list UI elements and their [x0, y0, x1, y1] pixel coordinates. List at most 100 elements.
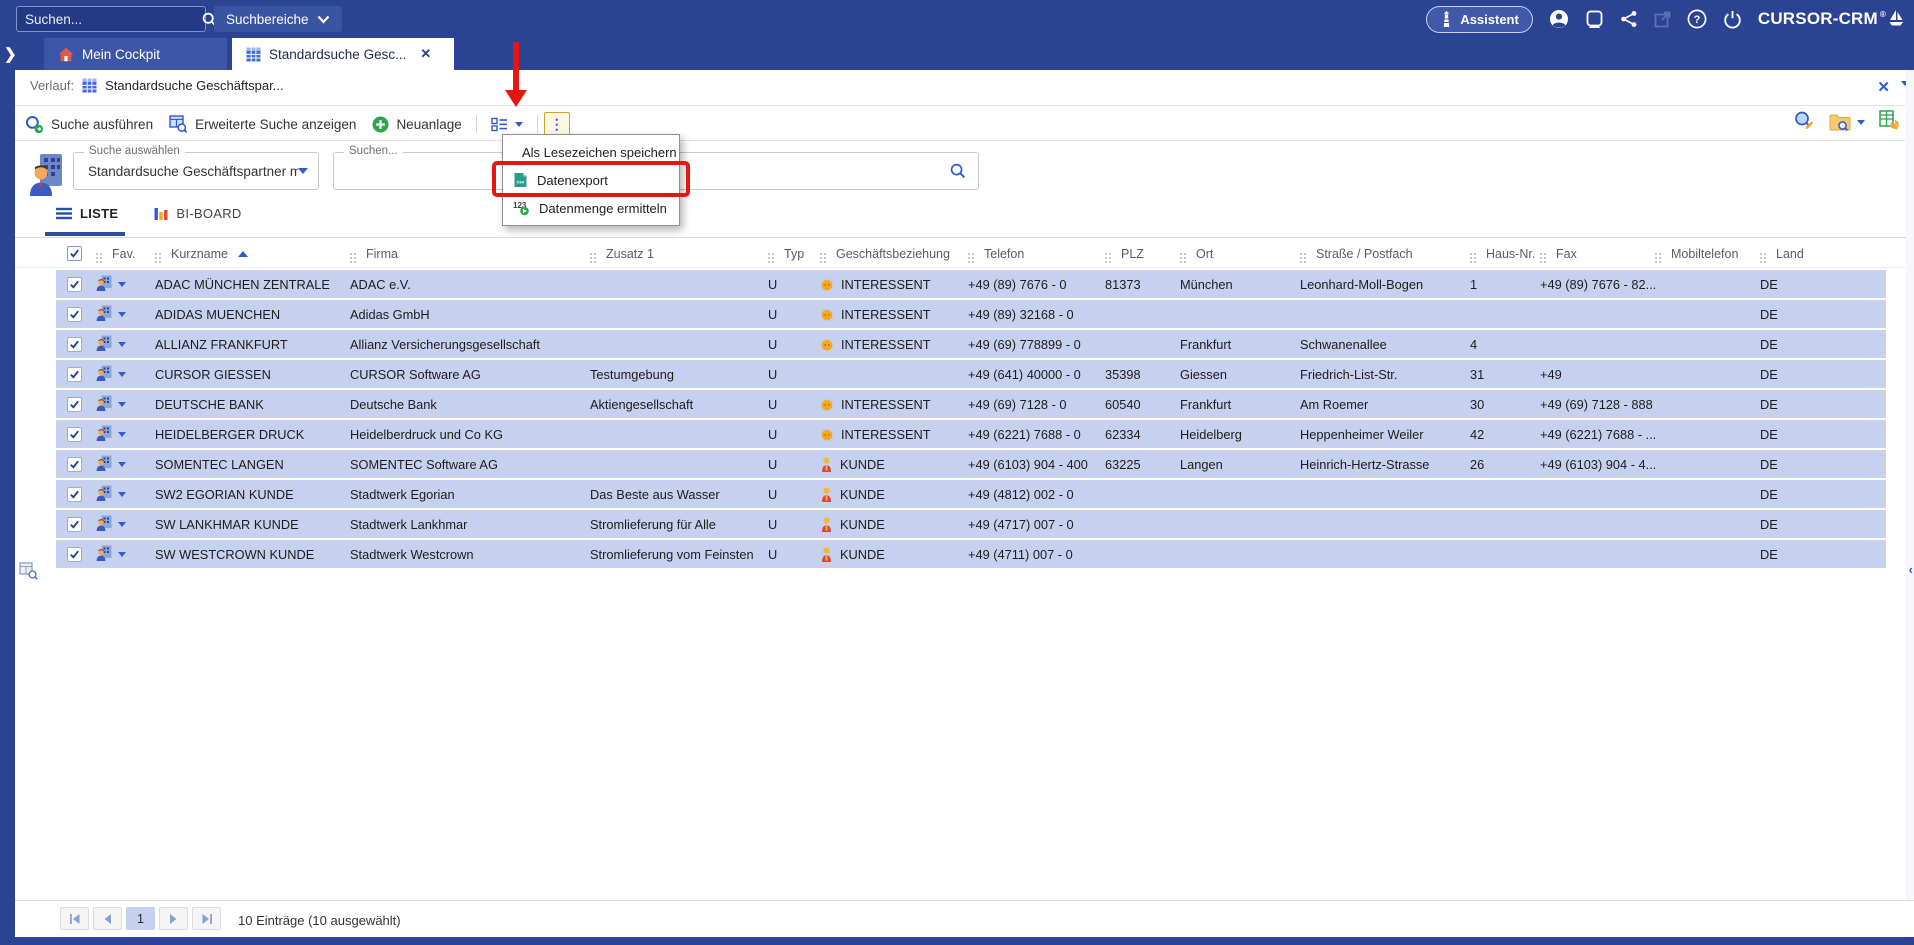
- row-checkbox[interactable]: [56, 330, 92, 358]
- assistent-button[interactable]: Assistent: [1426, 6, 1533, 33]
- tab-liste[interactable]: LISTE: [56, 206, 118, 229]
- menu-item-datenexport[interactable]: csv Datenexport: [503, 166, 679, 194]
- row-favorite-cell[interactable]: [92, 300, 155, 328]
- row-favorite-cell[interactable]: [92, 450, 155, 478]
- column-header-firma[interactable]: Firma: [350, 240, 590, 267]
- row-checkbox[interactable]: [56, 300, 92, 328]
- column-header-fav[interactable]: Fav.: [92, 240, 155, 267]
- row-checkbox[interactable]: [56, 540, 92, 568]
- column-header-hausnr[interactable]: Haus-Nr.: [1470, 240, 1540, 267]
- device-icon[interactable]: [1585, 10, 1604, 29]
- column-header-strasse[interactable]: Straße / Postfach: [1300, 240, 1470, 267]
- column-header-typ[interactable]: Typ: [768, 240, 820, 267]
- column-header-telefon[interactable]: Telefon: [968, 240, 1105, 267]
- business-partner-mini-icon[interactable]: [96, 395, 112, 414]
- business-partner-mini-icon[interactable]: [96, 425, 112, 444]
- column-drag-handle[interactable]: [1180, 253, 1182, 255]
- panel-close-icon[interactable]: ✕: [1877, 78, 1890, 96]
- edit-search-icon[interactable]: [1793, 110, 1815, 135]
- table-row[interactable]: ADIDAS MUENCHENAdidas GmbHUINTERESSENT+4…: [56, 300, 1886, 328]
- neuanlage-button[interactable]: Neuanlage: [364, 112, 469, 137]
- view-layout-button[interactable]: [483, 113, 531, 136]
- docked-search-panel-icon[interactable]: [19, 562, 39, 585]
- row-favorite-cell[interactable]: [92, 360, 155, 388]
- row-checkbox[interactable]: [56, 450, 92, 478]
- first-page-button[interactable]: [60, 907, 89, 930]
- column-header-beziehung[interactable]: Geschäftsbeziehung: [820, 240, 968, 267]
- column-drag-handle[interactable]: [350, 253, 352, 255]
- column-drag-handle[interactable]: [96, 253, 98, 255]
- column-drag-handle[interactable]: [1470, 253, 1472, 255]
- table-row[interactable]: ADAC MÜNCHEN ZENTRALEADAC e.V.UINTERESSE…: [56, 270, 1886, 298]
- column-header-ort[interactable]: Ort: [1180, 240, 1300, 267]
- search-icon[interactable]: [950, 163, 966, 179]
- checkbox-checked[interactable]: [67, 337, 82, 352]
- column-header-zusatz1[interactable]: Zusatz 1: [590, 240, 768, 267]
- more-actions-button[interactable]: ⋮: [544, 112, 570, 137]
- column-header-fax[interactable]: Fax: [1540, 240, 1655, 267]
- business-partner-mini-icon[interactable]: [96, 485, 112, 504]
- select-all-checkbox[interactable]: [56, 240, 92, 267]
- column-drag-handle[interactable]: [820, 253, 822, 255]
- suchbereiche-button[interactable]: Suchbereiche: [214, 6, 342, 32]
- row-favorite-cell[interactable]: [92, 330, 155, 358]
- business-partner-mini-icon[interactable]: [96, 455, 112, 474]
- column-header-plz[interactable]: PLZ: [1105, 240, 1180, 267]
- user-account-icon[interactable]: [1549, 9, 1569, 29]
- table-row[interactable]: ALLIANZ FRANKFURTAllianz Versicherungsge…: [56, 330, 1886, 358]
- column-drag-handle[interactable]: [1655, 253, 1657, 255]
- prev-page-button[interactable]: [93, 907, 122, 930]
- column-drag-handle[interactable]: [1300, 253, 1302, 255]
- column-drag-handle[interactable]: [1105, 253, 1107, 255]
- business-partner-mini-icon[interactable]: [96, 545, 112, 564]
- row-favorite-cell[interactable]: [92, 540, 155, 568]
- table-settings-icon[interactable]: [1879, 110, 1900, 135]
- column-drag-handle[interactable]: [968, 253, 970, 255]
- column-drag-handle[interactable]: [155, 253, 157, 255]
- menu-item-datenmenge[interactable]: 123 Datenmenge ermitteln: [503, 194, 679, 222]
- logout-power-icon[interactable]: [1723, 10, 1742, 29]
- row-checkbox[interactable]: [56, 420, 92, 448]
- business-partner-mini-icon[interactable]: [96, 335, 112, 354]
- checkbox-checked[interactable]: [67, 487, 82, 502]
- row-checkbox[interactable]: [56, 360, 92, 388]
- row-favorite-cell[interactable]: [92, 270, 155, 298]
- row-checkbox[interactable]: [56, 480, 92, 508]
- column-header-land[interactable]: Land: [1760, 240, 1886, 267]
- tab-close-icon[interactable]: ✕: [420, 46, 431, 62]
- checkbox-checked[interactable]: [67, 277, 82, 292]
- column-header-kurzname[interactable]: Kurzname: [155, 240, 350, 267]
- table-row[interactable]: SW WESTCROWN KUNDEStadtwerk WestcrownStr…: [56, 540, 1886, 568]
- column-drag-handle[interactable]: [590, 253, 592, 255]
- business-partner-mini-icon[interactable]: [96, 365, 112, 384]
- menu-item-lesezeichen[interactable]: Als Lesezeichen speichern: [503, 138, 679, 166]
- business-partner-mini-icon[interactable]: [96, 515, 112, 534]
- expand-panel-chevron-icon[interactable]: ❯: [4, 45, 17, 63]
- row-checkbox[interactable]: [56, 270, 92, 298]
- row-checkbox[interactable]: [56, 390, 92, 418]
- suche-ausfuehren-button[interactable]: Suche ausführen: [17, 111, 161, 138]
- next-page-button[interactable]: [159, 907, 188, 930]
- table-row[interactable]: SW2 EGORIAN KUNDEStadtwerk EgorianDas Be…: [56, 480, 1886, 508]
- table-row[interactable]: HEIDELBERGER DRUCKHeidelberdruck und Co …: [56, 420, 1886, 448]
- global-search-field[interactable]: [16, 6, 206, 32]
- business-partner-mini-icon[interactable]: [96, 305, 112, 324]
- erweiterte-suche-button[interactable]: Erweiterte Suche anzeigen: [161, 111, 364, 137]
- page-number-button[interactable]: 1: [126, 907, 155, 930]
- external-link-icon[interactable]: [1654, 11, 1671, 28]
- checkbox-checked[interactable]: [67, 547, 82, 562]
- checkbox-checked[interactable]: [67, 307, 82, 322]
- search-select-dropdown[interactable]: Suche auswählen Standardsuche Geschäftsp…: [73, 152, 319, 190]
- column-drag-handle[interactable]: [768, 253, 770, 255]
- tab-bi-board[interactable]: BI-BOARD: [154, 206, 241, 229]
- tab-mein-cockpit[interactable]: Mein Cockpit: [44, 38, 227, 70]
- collapse-right-chevron-icon[interactable]: ‹: [1909, 562, 1913, 577]
- table-row[interactable]: DEUTSCHE BANKDeutsche BankAktiengesellsc…: [56, 390, 1886, 418]
- table-row[interactable]: SOMENTEC LANGENSOMENTEC Software AGUKUND…: [56, 450, 1886, 478]
- row-favorite-cell[interactable]: [92, 510, 155, 538]
- column-header-mobil[interactable]: Mobiltelefon: [1655, 240, 1760, 267]
- tab-standardsuche[interactable]: Standardsuche Gesc... ✕: [232, 38, 454, 70]
- column-drag-handle[interactable]: [1760, 253, 1762, 255]
- row-favorite-cell[interactable]: [92, 390, 155, 418]
- saved-searches-folder-button[interactable]: [1829, 113, 1865, 132]
